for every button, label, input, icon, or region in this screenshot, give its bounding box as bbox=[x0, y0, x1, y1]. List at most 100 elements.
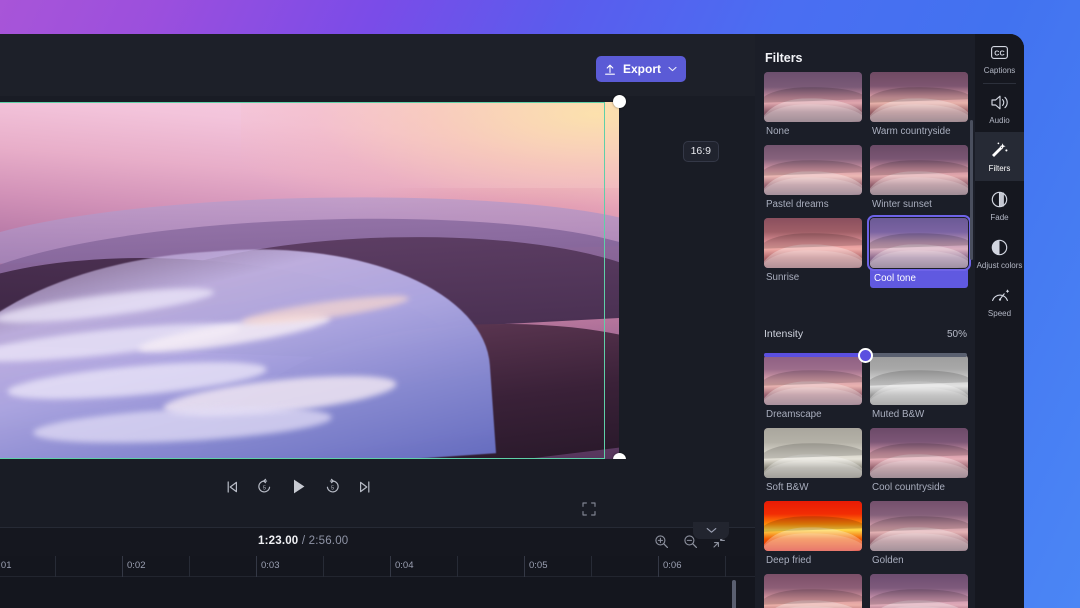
current-time: 1:23.00 bbox=[258, 535, 299, 547]
total-time: 2:56.00 bbox=[308, 535, 349, 547]
intensity-value: 50% bbox=[946, 329, 967, 340]
filter-item[interactable]: Winter sunset bbox=[870, 145, 968, 211]
speedometer-icon bbox=[990, 287, 1010, 305]
filter-item[interactable]: Deep fried bbox=[764, 501, 862, 567]
ruler-tick-minor bbox=[591, 556, 592, 577]
filter-thumbnail bbox=[764, 501, 862, 551]
filter-item[interactable] bbox=[764, 574, 862, 608]
rail-item-label: Filters bbox=[988, 164, 1011, 173]
magic-wand-icon bbox=[990, 141, 1009, 160]
zoom-in-icon[interactable] bbox=[654, 534, 669, 549]
filter-item[interactable]: Warm countryside bbox=[870, 72, 968, 138]
filter-item[interactable]: Soft B&W bbox=[764, 428, 862, 494]
skip-to-end-button[interactable] bbox=[357, 479, 373, 495]
ruler-tick: 0:06 bbox=[658, 556, 682, 577]
filters-panel-title: Filters bbox=[765, 51, 803, 65]
rail-item-label: Speed bbox=[987, 308, 1012, 318]
intensity-row: Intensity 50% bbox=[764, 328, 967, 340]
filter-item[interactable]: Cool countryside bbox=[870, 428, 968, 494]
export-button[interactable]: Export bbox=[595, 56, 686, 82]
filter-item[interactable]: Cool tone bbox=[867, 215, 971, 288]
filter-item[interactable]: Golden bbox=[870, 501, 968, 567]
filter-thumbnail bbox=[870, 145, 968, 195]
filter-item[interactable]: None bbox=[764, 72, 862, 138]
timeline-tracks[interactable] bbox=[0, 577, 755, 608]
filter-item[interactable] bbox=[870, 574, 968, 608]
filter-thumbnail bbox=[867, 215, 971, 271]
intensity-slider-knob[interactable] bbox=[858, 347, 873, 363]
rewind-5-seconds-button[interactable]: 5 bbox=[256, 478, 273, 495]
desktop-background: Export 16:9 5 5 1:23.00 / 2:56.00 01 0:0… bbox=[0, 0, 1080, 608]
rail-item-label: Fade bbox=[990, 212, 1009, 222]
timeline-scrollbar[interactable] bbox=[732, 580, 736, 608]
filter-item[interactable]: Pastel dreams bbox=[764, 145, 862, 211]
rail-item-adjust-colors[interactable]: Adjust colors bbox=[975, 229, 1024, 278]
collapse-preview-button[interactable] bbox=[693, 522, 729, 539]
rail-item-speed[interactable]: Speed bbox=[975, 278, 1024, 326]
filter-thumbnail bbox=[764, 72, 862, 122]
rail-item-fade[interactable]: Fade bbox=[975, 181, 1024, 230]
app-window: Export 16:9 5 5 1:23.00 / 2:56.00 01 0:0… bbox=[0, 34, 1024, 608]
filter-label: Soft B&W bbox=[766, 482, 809, 493]
play-button[interactable] bbox=[289, 477, 308, 496]
top-toolbar: Export bbox=[0, 34, 755, 96]
filters-panel-scrollbar[interactable] bbox=[970, 120, 973, 260]
filter-item[interactable]: Sunrise bbox=[764, 218, 862, 288]
filter-label: Deep fried bbox=[766, 555, 812, 566]
rail-item-label: Adjust colors bbox=[976, 261, 1023, 270]
ruler-tick-minor bbox=[55, 556, 56, 577]
upload-icon bbox=[604, 63, 616, 76]
timeline-ruler[interactable]: 0:01 0:02 0:03 0:04 0:05 0:06 bbox=[0, 556, 755, 577]
video-preview-canvas[interactable] bbox=[0, 95, 626, 466]
forward-5-seconds-button[interactable]: 5 bbox=[324, 478, 341, 495]
filter-thumbnail bbox=[870, 501, 968, 551]
filter-item[interactable]: Dreamscape bbox=[764, 355, 862, 421]
intensity-label: Intensity bbox=[764, 328, 804, 340]
filter-item[interactable]: Muted B&W bbox=[870, 355, 968, 421]
filter-label: Winter sunset bbox=[872, 199, 932, 210]
skip-to-start-button[interactable] bbox=[224, 479, 240, 495]
svg-text:CC: CC bbox=[994, 49, 1004, 58]
filter-label: Cool countryside bbox=[872, 482, 945, 493]
filter-label: Sunrise bbox=[766, 272, 800, 283]
rail-item-label: Audio bbox=[989, 115, 1010, 125]
rail-item-audio[interactable]: Audio bbox=[975, 84, 1024, 133]
intensity-slider-fill bbox=[764, 353, 866, 357]
filter-thumbnail bbox=[870, 72, 968, 122]
filter-label: Dreamscape bbox=[766, 409, 822, 420]
fullscreen-icon[interactable] bbox=[582, 502, 596, 516]
filter-thumbnail bbox=[764, 218, 862, 268]
filter-label: Pastel dreams bbox=[766, 199, 829, 210]
time-separator: / bbox=[301, 535, 306, 547]
ruler-tick: 0:05 bbox=[524, 556, 548, 577]
svg-text:5: 5 bbox=[331, 486, 334, 492]
resize-handle-top-right[interactable] bbox=[613, 95, 626, 108]
filter-thumbnail bbox=[764, 574, 862, 608]
filter-thumbnail bbox=[764, 145, 862, 195]
filter-label: Warm countryside bbox=[872, 126, 951, 137]
ruler-tick: 0:02 bbox=[122, 556, 146, 577]
rail-item-label: Captions bbox=[983, 66, 1016, 75]
filter-label: None bbox=[766, 126, 790, 137]
fade-circle-icon bbox=[990, 190, 1009, 209]
video-frame bbox=[0, 102, 619, 459]
rail-item-filters[interactable]: Filters bbox=[975, 132, 1024, 181]
ruler-tick-minor bbox=[457, 556, 458, 577]
filter-thumbnail bbox=[870, 428, 968, 478]
right-tool-rail: CC Captions Audio Filters Fade Adjust colors S… bbox=[975, 34, 1024, 608]
ruler-tick: 0:03 bbox=[256, 556, 280, 577]
ruler-tick-minor bbox=[189, 556, 190, 577]
aspect-ratio-badge[interactable]: 16:9 bbox=[682, 141, 719, 162]
filter-label: Cool tone bbox=[870, 270, 968, 288]
filters-panel: Filters None Warm countryside Pastel dream… bbox=[755, 34, 975, 608]
filter-thumbnail bbox=[764, 355, 862, 405]
ruler-tick: 0:04 bbox=[390, 556, 414, 577]
ruler-tick-minor bbox=[725, 556, 726, 577]
intensity-slider[interactable] bbox=[764, 347, 967, 363]
filter-label: Muted B&W bbox=[872, 409, 925, 420]
rail-item-captions[interactable]: CC Captions bbox=[975, 34, 1024, 83]
intensity-control: Intensity 50% bbox=[764, 328, 967, 363]
half-circle-icon bbox=[990, 238, 1009, 257]
chevron-down-icon bbox=[668, 66, 677, 72]
filter-thumbnail bbox=[870, 574, 968, 608]
